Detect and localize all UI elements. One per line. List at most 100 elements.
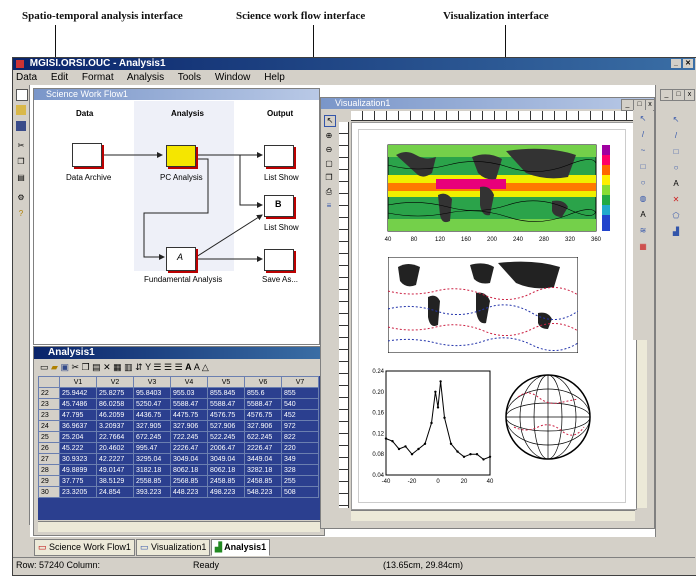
table-cell[interactable]: 3282.18 [244, 464, 282, 476]
table-cell[interactable]: 3.20937 [96, 420, 134, 432]
table-cell[interactable]: 327.905 [133, 420, 171, 432]
table-cell[interactable]: 45.7486 [59, 398, 97, 410]
draw-circle-icon[interactable]: ○ [638, 178, 648, 188]
table-cell[interactable]: 4576.75 [244, 409, 282, 421]
print-icon[interactable]: ⎙ [324, 187, 334, 197]
page-icon[interactable]: ▢ [324, 159, 334, 169]
row-header[interactable]: 23 [38, 409, 60, 421]
table-cell[interactable]: 822 [281, 431, 319, 443]
column-header[interactable]: V3 [133, 376, 171, 388]
table-cell[interactable]: 47.795 [59, 409, 97, 421]
row-header[interactable]: 28 [38, 464, 60, 476]
table-cell[interactable]: 522.245 [207, 431, 245, 443]
table-cell[interactable]: 36.9637 [59, 420, 97, 432]
table-cell[interactable]: 2458.85 [244, 475, 282, 487]
table-cell[interactable]: 855.6 [244, 387, 282, 399]
align-right-icon[interactable]: ☰ [175, 362, 186, 372]
align-center-icon[interactable]: ☰ [164, 362, 175, 372]
table-cell[interactable]: 527.906 [207, 420, 245, 432]
table-cell[interactable]: 2226.47 [170, 442, 208, 454]
column-header[interactable]: V4 [170, 376, 208, 388]
column-header[interactable] [38, 376, 60, 388]
text-tool-icon[interactable]: A [671, 179, 681, 189]
table-cell[interactable]: 672.245 [133, 431, 171, 443]
table-cell[interactable]: 2558.85 [133, 475, 171, 487]
sort-icon[interactable]: ⇵ [135, 362, 145, 372]
menu-analysis[interactable]: Analysis [127, 72, 164, 83]
table-cell[interactable]: 3295.04 [133, 453, 171, 465]
table-cell[interactable]: 49.8899 [59, 464, 97, 476]
table-cell[interactable]: 20.4602 [96, 442, 134, 454]
table-cell[interactable]: 540 [281, 398, 319, 410]
draw-text-icon[interactable]: A [638, 210, 648, 220]
cut-icon[interactable]: ✂ [16, 141, 26, 151]
copy-tool-icon[interactable]: ❐ [82, 362, 93, 372]
table-cell[interactable]: 722.245 [170, 431, 208, 443]
row-header[interactable]: 23 [38, 398, 60, 410]
table-cell[interactable]: 855.845 [207, 387, 245, 399]
table-cell[interactable]: 2458.85 [207, 475, 245, 487]
row-header[interactable]: 25 [38, 431, 60, 443]
minimize-button[interactable]: _ [671, 59, 681, 68]
pointer-tool-icon[interactable]: ↖ [324, 115, 336, 127]
table-cell[interactable]: 37.775 [59, 475, 97, 487]
table-cell[interactable]: 255 [281, 475, 319, 487]
line-tool-icon[interactable]: / [671, 131, 681, 141]
table-cell[interactable]: 22.7664 [96, 431, 134, 443]
ellipse-tool-icon[interactable]: ○ [671, 163, 681, 173]
table-cell[interactable]: 855 [281, 387, 319, 399]
table-cell[interactable]: 86.0258 [96, 398, 134, 410]
table-cell[interactable]: 23.3205 [59, 486, 97, 498]
table-cell[interactable]: 5588.47 [207, 398, 245, 410]
column-header[interactable]: V7 [281, 376, 319, 388]
table-cell[interactable]: 5588.47 [170, 398, 208, 410]
delete-icon[interactable]: ✕ [103, 362, 113, 372]
node-list-show-1[interactable] [264, 145, 294, 167]
row-header[interactable]: 29 [38, 475, 60, 487]
column-header[interactable]: V1 [59, 376, 97, 388]
draw-contour-icon[interactable]: ≋ [638, 226, 648, 236]
table-cell[interactable]: 452 [281, 409, 319, 421]
row-header[interactable]: 27 [38, 453, 60, 465]
save-icon[interactable]: ▣ [60, 362, 71, 372]
close-button[interactable]: ✕ [683, 59, 693, 68]
table-cell[interactable]: 25.9442 [59, 387, 97, 399]
table-cell[interactable]: 42.2227 [96, 453, 134, 465]
draw-grid-icon[interactable]: ▦ [638, 242, 648, 252]
table-cell[interactable]: 5250.47 [133, 398, 171, 410]
fill-icon[interactable]: △ [202, 362, 209, 372]
node-pc-analysis[interactable] [166, 145, 196, 167]
menu-tools[interactable]: Tools [178, 72, 201, 83]
column-header[interactable]: V2 [96, 376, 134, 388]
table-icon[interactable]: ▦ [113, 362, 124, 372]
table-cell[interactable]: 393.223 [133, 486, 171, 498]
table-cell[interactable]: 328 [281, 464, 319, 476]
table-cell[interactable]: 3049.04 [207, 453, 245, 465]
column-header[interactable]: V6 [244, 376, 282, 388]
table-cell[interactable]: 8062.18 [207, 464, 245, 476]
table-cell[interactable]: 8062.18 [170, 464, 208, 476]
node-save-as[interactable] [264, 249, 294, 271]
table-cell[interactable]: 4475.75 [170, 409, 208, 421]
table-cell[interactable]: 2226.47 [244, 442, 282, 454]
new-icon[interactable]: ▭ [40, 362, 51, 372]
list-icon[interactable]: ≡ [324, 201, 334, 211]
table-cell[interactable]: 5588.47 [244, 398, 282, 410]
table-cell[interactable]: 38.5129 [96, 475, 134, 487]
help-icon[interactable]: ? [16, 209, 26, 219]
node-fundamental-analysis[interactable]: A [166, 247, 196, 271]
table-cell[interactable]: 45.222 [59, 442, 97, 454]
align-left-icon[interactable]: ☰ [153, 362, 164, 372]
draw-line-icon[interactable]: / [638, 130, 648, 140]
zoom-in-icon[interactable]: ⊕ [324, 131, 334, 141]
table-cell[interactable]: 548.223 [244, 486, 282, 498]
select-icon[interactable]: ↖ [638, 114, 648, 124]
palette-close-button[interactable]: x [684, 89, 695, 101]
table-cell[interactable]: 955.03 [170, 387, 208, 399]
arrow-tool-icon[interactable]: ↖ [671, 115, 681, 125]
table-cell[interactable]: 49.0147 [96, 464, 134, 476]
table-cell[interactable]: 46.2059 [96, 409, 134, 421]
copy-icon[interactable]: ❐ [16, 157, 26, 167]
tab-analysis[interactable]: ▟ Analysis1 [211, 539, 271, 556]
copy-page-icon[interactable]: ❐ [324, 173, 334, 183]
